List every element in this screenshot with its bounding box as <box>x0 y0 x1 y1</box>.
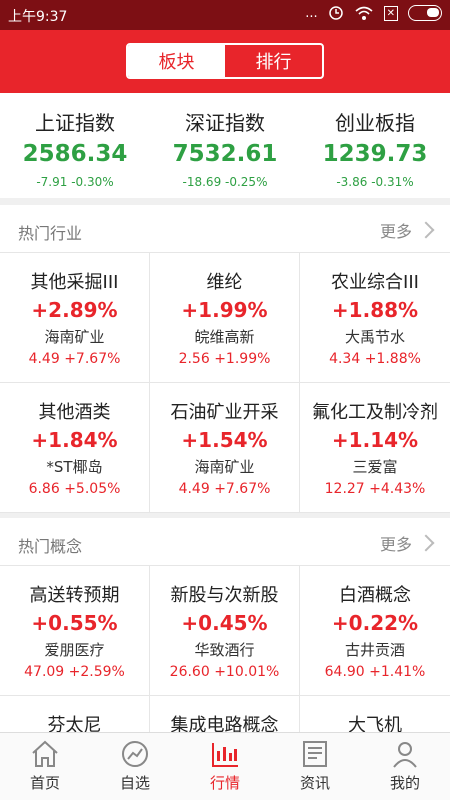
chevron-right-icon <box>417 221 435 239</box>
sector-change: +1.99% <box>181 298 268 322</box>
leading-stock: 海南矿业 <box>194 458 255 476</box>
home-icon <box>32 740 58 767</box>
industry-card[interactable]: 其他酒类 +1.84% *ST椰岛 6.86 +5.05% <box>0 383 150 513</box>
concept-change: +0.45% <box>181 611 268 635</box>
industry-card[interactable]: 农业综合III +1.88% 大禹节水 4.34 +1.88% <box>300 253 450 383</box>
stock-stats: 4.34 +1.88% <box>329 351 421 367</box>
concept-name: 新股与次新股 <box>170 585 279 606</box>
concept-name: 白酒概念 <box>339 585 411 606</box>
more-label: 更多 <box>379 222 412 241</box>
news-icon <box>303 741 327 767</box>
index-shenzhen[interactable]: 深证指数 7532.61 -18.69 -0.25% <box>150 93 300 198</box>
nav-market[interactable]: 行情 <box>180 733 270 800</box>
tab-sector[interactable]: 板块 <box>128 45 225 77</box>
more-industry-button[interactable]: 更多 <box>379 218 435 242</box>
sector-name: 石油矿业开采 <box>170 402 279 423</box>
nav-label: 自选 <box>119 774 150 792</box>
concept-card[interactable]: 高送转预期 +0.55% 爱朋医疗 47.09 +2.59% <box>0 566 150 696</box>
industry-card[interactable]: 氟化工及制冷剂 +1.14% 三爱富 12.27 +4.43% <box>300 383 450 513</box>
sector-name: 农业综合III <box>331 272 419 293</box>
bottom-nav: 首页 自选 行情 资讯 我的 <box>0 732 450 800</box>
sector-change: +1.14% <box>331 428 419 452</box>
status-icons: ... ✕ <box>305 5 442 21</box>
leading-stock: 爱朋医疗 <box>44 641 105 659</box>
hot-concept-header: 热门概念 更多 <box>0 518 450 566</box>
nav-label: 行情 <box>209 774 240 792</box>
stock-stats: 2.56 +1.99% <box>178 351 271 367</box>
sector-change: +1.84% <box>31 428 118 452</box>
index-change: -3.86 -0.31% <box>336 175 414 189</box>
index-name: 上证指数 <box>35 111 115 135</box>
concept-name: 高送转预期 <box>29 585 120 606</box>
index-value: 1239.73 <box>322 141 428 167</box>
index-change: -18.69 -0.25% <box>182 175 268 189</box>
sector-change: +1.54% <box>181 428 268 452</box>
app-header: 板块 排行 <box>0 30 450 93</box>
segmented-control: 板块 排行 <box>126 43 324 79</box>
leading-stock: 海南矿业 <box>44 328 105 346</box>
concept-change: +0.55% <box>31 611 118 635</box>
index-chinext[interactable]: 创业板指 1239.73 -3.86 -0.31% <box>300 93 450 198</box>
nav-news[interactable]: 资讯 <box>270 733 360 800</box>
nav-label: 资讯 <box>299 774 330 792</box>
sector-name: 氟化工及制冷剂 <box>312 402 438 423</box>
stock-stats: 26.60 +10.01% <box>169 664 280 680</box>
index-value: 7532.61 <box>172 141 278 167</box>
index-change: -7.91 -0.30% <box>36 175 114 189</box>
more-dots-icon: ... <box>305 5 318 21</box>
leading-stock: 大禹节水 <box>344 328 405 346</box>
sector-change: +1.88% <box>331 298 419 322</box>
concept-card[interactable]: 白酒概念 +0.22% 古井贡酒 64.90 +1.41% <box>300 566 450 696</box>
nav-home[interactable]: 首页 <box>0 733 90 800</box>
no-sim-icon: ✕ <box>383 5 398 21</box>
battery-icon <box>408 5 442 21</box>
sector-change: +2.89% <box>31 298 118 322</box>
leading-stock: 三爱富 <box>352 458 398 476</box>
sector-name: 维纶 <box>206 272 243 293</box>
leading-stock: 古井贡酒 <box>344 641 405 659</box>
index-name: 创业板指 <box>335 111 415 135</box>
stock-stats: 4.49 +7.67% <box>28 351 121 367</box>
stock-stats: 6.86 +5.05% <box>28 481 121 497</box>
section-title: 热门行业 <box>18 224 83 243</box>
leading-stock: 华致酒行 <box>194 641 255 659</box>
stock-stats: 47.09 +2.59% <box>24 664 125 680</box>
nav-watchlist[interactable]: 自选 <box>90 733 180 800</box>
hot-industry-header: 热门行业 更多 <box>0 205 450 253</box>
alarm-icon <box>328 6 343 20</box>
wifi-icon <box>355 6 373 20</box>
tab-ranking[interactable]: 排行 <box>225 45 322 77</box>
nav-label: 首页 <box>29 774 60 792</box>
more-concept-button[interactable]: 更多 <box>379 531 435 555</box>
sector-name: 其他采掘III <box>30 272 119 293</box>
stock-stats: 12.27 +4.43% <box>324 481 426 497</box>
index-name: 深证指数 <box>185 111 265 135</box>
stock-stats: 64.90 +1.41% <box>324 664 426 680</box>
concept-card[interactable]: 新股与次新股 +0.45% 华致酒行 26.60 +10.01% <box>150 566 300 696</box>
stock-stats: 4.49 +7.67% <box>178 481 271 497</box>
industry-card[interactable]: 维纶 +1.99% 皖维高新 2.56 +1.99% <box>150 253 300 383</box>
concept-change: +0.22% <box>331 611 419 635</box>
industry-card[interactable]: 其他采掘III +2.89% 海南矿业 4.49 +7.67% <box>0 253 150 383</box>
index-summary: 上证指数 2586.34 -7.91 -0.30% 深证指数 7532.61 -… <box>0 93 450 198</box>
more-label: 更多 <box>379 535 412 554</box>
leading-stock: *ST椰岛 <box>46 458 103 476</box>
nav-profile[interactable]: 我的 <box>360 733 450 800</box>
status-time: 上午9:37 <box>8 9 68 25</box>
status-bar: 上午9:37 ... ✕ <box>0 0 450 30</box>
index-shanghai[interactable]: 上证指数 2586.34 -7.91 -0.30% <box>0 93 150 198</box>
section-title: 热门概念 <box>18 537 83 556</box>
hot-industry-grid: 其他采掘III +2.89% 海南矿业 4.49 +7.67% 维纶 +1.99… <box>0 253 450 513</box>
chevron-right-icon <box>417 534 435 552</box>
index-value: 2586.34 <box>22 141 128 167</box>
leading-stock: 皖维高新 <box>194 328 255 346</box>
watchlist-chart-icon <box>122 741 148 767</box>
candlestick-icon <box>212 743 238 767</box>
sector-name: 其他酒类 <box>38 402 111 423</box>
nav-label: 我的 <box>389 774 420 792</box>
profile-icon <box>393 742 417 768</box>
industry-card[interactable]: 石油矿业开采 +1.54% 海南矿业 4.49 +7.67% <box>150 383 300 513</box>
